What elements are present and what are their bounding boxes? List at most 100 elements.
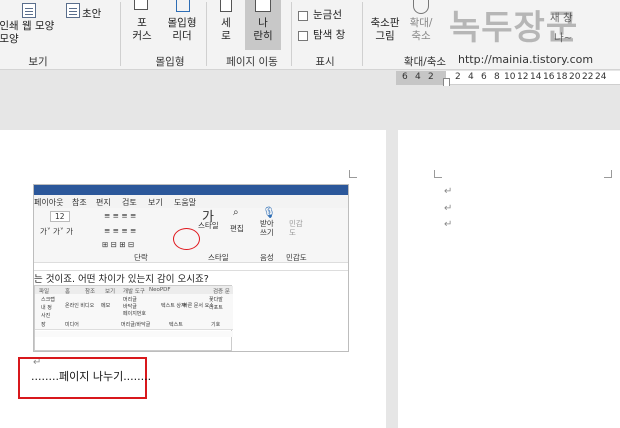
style-group-label: 스타일 (208, 253, 229, 262)
embedded-tab: 검토 (122, 198, 137, 207)
vertical-page-icon (220, 0, 232, 12)
immersive-reader-button[interactable]: 몰입형 리더 (160, 17, 204, 43)
group-label-page-move: 페이지 이동 (226, 56, 278, 68)
paragraph-mark: ↵ (444, 219, 453, 230)
group-label-zoom: 확대/축소 (403, 56, 447, 68)
nested-tab: NeoPDF (149, 287, 171, 293)
side-by-side-icon (255, 0, 271, 12)
ruler-tick: 2 (455, 72, 461, 82)
ruler-tick: 2 (428, 72, 434, 82)
crop-mark (349, 170, 357, 178)
nested-ribbon: 스크랩 내 정 사진 장 온라인 비디오 미디어 메모 머리글 바닥글 페이지번… (35, 294, 233, 330)
nested-item: 사진 (41, 313, 51, 319)
page-right[interactable] (398, 130, 620, 428)
nested-item: 바닥글 (123, 304, 137, 310)
nested-ruler (35, 331, 233, 337)
group-separator (206, 2, 207, 66)
vertical-button[interactable]: 세 로 (214, 17, 238, 43)
font-style-glyphs: 가˅ 가˅ 가 (40, 227, 73, 236)
nested-item: 꽃다발 (209, 297, 223, 303)
nested-item: 장 (41, 322, 46, 328)
crop-mark (604, 170, 612, 178)
gridlines-label: 눈금선 (313, 9, 342, 21)
ribbon: 인쇄 모양 웹 모양 초안 보기 포 커스 몰입형 리더 몰입형 세 로 나 란… (0, 0, 620, 70)
group-label-immersive: 몰입형 (155, 56, 185, 68)
border-glyphs: ⊞ ⊟ ⊞ ⊟ (102, 240, 135, 249)
voice-group-label: 음성 (260, 253, 274, 262)
ruler-tick: 6 (402, 72, 408, 82)
sensitivity-label: 민감 도 (289, 219, 303, 237)
ruler-tick: 10 (504, 72, 516, 82)
horizontal-ruler[interactable]: 6 4 2 2 4 6 8 10 12 14 16 18 20 22 24 (396, 71, 620, 85)
nested-item: 텍스트 상자 (161, 303, 186, 309)
print-layout-button[interactable]: 인쇄 모양 (0, 20, 20, 46)
style-label: 스타일 (198, 221, 219, 230)
nested-item: 텍스트 (169, 322, 183, 328)
ruler-tick: 8 (494, 72, 500, 82)
crop-mark (434, 170, 442, 178)
nested-item: 미디어 (65, 322, 79, 328)
speaker-book-icon (176, 0, 190, 12)
ruler-tick: 4 (415, 72, 421, 82)
embedded-tab-bar: 페이아웃 참조 편지 검토 보기 도움말 (34, 195, 348, 208)
ruler-tick: 12 (517, 72, 529, 82)
paragraph-group-label: 단락 (134, 253, 148, 262)
embedded-ruler (34, 263, 348, 271)
nested-item: 메모 (101, 303, 111, 309)
nested-item: 기호 (211, 322, 221, 328)
embedded-tab: 참조 (72, 198, 87, 207)
nested-tab-bar: 파일 홈 참조 보기 개발 도구 NeoPDF 검증 문서 (35, 286, 233, 303)
watermark-title: 녹두장군 (449, 8, 579, 48)
nested-item: 머리글 (123, 297, 137, 303)
watermark-url: http://mainia.tistory.com (458, 53, 594, 66)
group-label-view: 보기 (28, 56, 48, 68)
web-layout-button[interactable]: 웹 모양 (22, 20, 54, 33)
zoom-thumbnail-button[interactable]: 축소판 그림 (368, 17, 402, 43)
document-icon (22, 3, 36, 18)
nav-pane-checkbox[interactable] (298, 31, 308, 41)
zoom-button[interactable]: 확대/ 축소 (404, 17, 438, 43)
font-size-box: 12 (50, 211, 70, 222)
dictate-label: 받아 쓰기 (260, 219, 274, 237)
nested-item: 머리글/바닥글 (121, 322, 151, 328)
ruler-tick: 22 (582, 72, 594, 82)
nested-item: 스크랩 (41, 297, 55, 303)
embedded-screenshot[interactable]: 페이아웃 참조 편지 검토 보기 도움말 12 가˅ 가˅ 가 ≡ ≡ ≡ ≡ … (33, 184, 349, 352)
page-break-text: ........페이지 나누기........ (31, 370, 152, 383)
list-glyphs: ≡ ≡ ≡ ≡ (104, 226, 137, 235)
group-separator (362, 2, 363, 66)
ruler-tick: 20 (569, 72, 581, 82)
embedded-tab: 페이아웃 (34, 198, 64, 207)
nested-item: 내 정 (41, 305, 52, 311)
ruler-tick: 16 (543, 72, 555, 82)
edit-label: 편집 (230, 224, 244, 233)
embedded-title-bar (34, 185, 348, 195)
web-layout-label: 웹 모양 (22, 20, 55, 32)
embedded-body-text: 는 것이죠. 어떤 차이가 있는지 감이 오시죠? (34, 274, 209, 285)
paragraph-mark: ↵ (444, 203, 453, 214)
magnifier-icon (413, 0, 429, 14)
group-separator (291, 2, 292, 66)
embedded-tab: 도움말 (174, 198, 197, 207)
paragraph-mark: ↵ (444, 186, 453, 197)
nested-item: 온라인 비디오 (65, 303, 95, 309)
align-glyphs: ≡ ≡ ≡ ≡ (104, 211, 137, 220)
search-icon: ⌕ (233, 207, 239, 218)
ruler-tick: 14 (530, 72, 542, 82)
sensitivity-group-label: 민감도 (286, 253, 307, 262)
side-by-side-button[interactable]: 나 란히 (245, 0, 281, 50)
highlight-circle (173, 228, 200, 250)
focus-button[interactable]: 포 커스 (130, 17, 154, 43)
focus-icon (134, 0, 148, 10)
ruler-tick: 4 (468, 72, 474, 82)
draft-button[interactable]: 초안 (66, 8, 101, 21)
ruler-tick: 6 (481, 72, 487, 82)
group-label-show: 표시 (315, 56, 335, 68)
microphone-icon: 🎙︎ (262, 206, 276, 219)
embedded-tab: 편지 (96, 198, 111, 207)
nested-screenshot: 파일 홈 참조 보기 개발 도구 NeoPDF 검증 문서 스크랩 내 정 사진… (34, 285, 233, 351)
ruler-tick: 18 (556, 72, 568, 82)
nav-pane-label: 탐색 창 (313, 29, 346, 41)
embedded-tab: 보기 (148, 198, 163, 207)
gridlines-checkbox[interactable] (298, 11, 308, 21)
